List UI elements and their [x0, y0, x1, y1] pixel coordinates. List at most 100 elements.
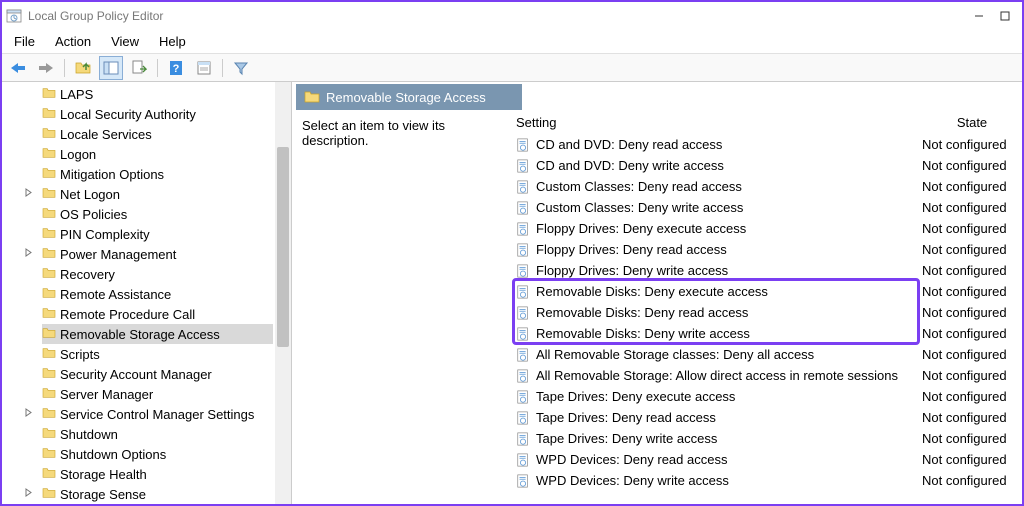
svg-text:?: ? [173, 63, 180, 75]
setting-row[interactable]: Floppy Drives: Deny execute accessNot co… [512, 218, 1022, 239]
settings-list: CD and DVD: Deny read accessNot configur… [512, 134, 1022, 491]
setting-row[interactable]: CD and DVD: Deny write accessNot configu… [512, 155, 1022, 176]
show-hide-tree-button[interactable] [99, 56, 123, 80]
folder-icon [42, 167, 56, 182]
tree-node[interactable]: Recovery [42, 264, 273, 284]
tree-node-label: Recovery [60, 267, 115, 282]
tree-node-label: Storage Health [60, 467, 147, 482]
setting-state: Not configured [922, 179, 1022, 194]
folder-icon [42, 487, 56, 502]
tree-node-label: Storage Sense [60, 487, 146, 502]
setting-row[interactable]: Removable Disks: Deny read accessNot con… [512, 302, 1022, 323]
setting-state: Not configured [922, 368, 1022, 383]
expander-icon[interactable] [24, 188, 36, 200]
setting-row[interactable]: Tape Drives: Deny execute accessNot conf… [512, 386, 1022, 407]
tree-node-label: Mitigation Options [60, 167, 164, 182]
setting-row[interactable]: Removable Disks: Deny execute accessNot … [512, 281, 1022, 302]
tree-node[interactable]: Remote Assistance [42, 284, 273, 304]
column-header-state[interactable]: State [922, 115, 1022, 130]
setting-label: Tape Drives: Deny execute access [536, 389, 922, 404]
folder-icon [42, 387, 56, 402]
setting-state: Not configured [922, 221, 1022, 236]
tree-node-label: LAPS [60, 87, 93, 102]
setting-row[interactable]: WPD Devices: Deny write accessNot config… [512, 470, 1022, 491]
tree-node[interactable]: Server Manager [42, 384, 273, 404]
tree-node[interactable]: Service Control Manager Settings [42, 404, 273, 424]
tree-node[interactable]: Locale Services [42, 124, 273, 144]
setting-row[interactable]: Tape Drives: Deny write accessNot config… [512, 428, 1022, 449]
tree-node[interactable]: Local Security Authority [42, 104, 273, 124]
tree-node[interactable]: Removable Storage Access [42, 324, 273, 344]
help-button[interactable]: ? [164, 56, 188, 80]
expander-icon[interactable] [24, 408, 36, 420]
tree-node-label: Server Manager [60, 387, 153, 402]
tree-node[interactable]: Scripts [42, 344, 273, 364]
tree-node-label: Shutdown [60, 427, 118, 442]
folder-icon [42, 367, 56, 382]
setting-row[interactable]: Floppy Drives: Deny read accessNot confi… [512, 239, 1022, 260]
setting-row[interactable]: All Removable Storage: Allow direct acce… [512, 365, 1022, 386]
setting-row[interactable]: Custom Classes: Deny write accessNot con… [512, 197, 1022, 218]
properties-button[interactable] [192, 56, 216, 80]
tree-node[interactable]: Shutdown Options [42, 444, 273, 464]
folder-icon [42, 447, 56, 462]
tree-scrollbar-thumb[interactable] [277, 147, 289, 347]
tree-node-label: Local Security Authority [60, 107, 196, 122]
column-header-setting[interactable]: Setting [516, 115, 922, 130]
setting-label: WPD Devices: Deny write access [536, 473, 922, 488]
policy-icon [516, 327, 532, 341]
setting-label: Custom Classes: Deny read access [536, 179, 922, 194]
grid-header: Setting State [512, 110, 1022, 134]
tree-node[interactable]: Shutdown [42, 424, 273, 444]
setting-row[interactable]: CD and DVD: Deny read accessNot configur… [512, 134, 1022, 155]
folder-icon [42, 127, 56, 142]
tree-node[interactable]: Remote Procedure Call [42, 304, 273, 324]
setting-row[interactable]: All Removable Storage classes: Deny all … [512, 344, 1022, 365]
tree-node-label: Locale Services [60, 127, 152, 142]
tree-node-label: Remote Assistance [60, 287, 171, 302]
tree-node[interactable]: PIN Complexity [42, 224, 273, 244]
setting-row[interactable]: Removable Disks: Deny write accessNot co… [512, 323, 1022, 344]
setting-state: Not configured [922, 473, 1022, 488]
tree-node[interactable]: Mitigation Options [42, 164, 273, 184]
setting-row[interactable]: WPD Devices: Deny read accessNot configu… [512, 449, 1022, 470]
filter-button[interactable] [229, 56, 253, 80]
policy-icon [516, 159, 532, 173]
tree-node[interactable]: Security Account Manager [42, 364, 273, 384]
tree-node[interactable]: Storage Sense [42, 484, 273, 504]
title-bar: Local Group Policy Editor [2, 2, 1022, 30]
tree-node[interactable]: Storage Health [42, 464, 273, 484]
up-button[interactable] [71, 56, 95, 80]
setting-state: Not configured [922, 389, 1022, 404]
tree-node[interactable]: Net Logon [42, 184, 273, 204]
export-list-button[interactable] [127, 56, 151, 80]
back-button[interactable] [6, 56, 30, 80]
menu-item-action[interactable]: Action [45, 32, 101, 51]
expander-icon[interactable] [24, 488, 36, 500]
policy-icon [516, 411, 532, 425]
menu-item-file[interactable]: File [4, 32, 45, 51]
menu-item-help[interactable]: Help [149, 32, 196, 51]
maximize-button[interactable] [992, 5, 1018, 27]
minimize-button[interactable] [966, 5, 992, 27]
tree-scrollbar[interactable] [275, 82, 291, 504]
folder-icon [42, 327, 56, 342]
folder-icon [42, 287, 56, 302]
policy-icon [516, 222, 532, 236]
policy-icon [516, 390, 532, 404]
setting-row[interactable]: Floppy Drives: Deny write accessNot conf… [512, 260, 1022, 281]
tree-node-label: Remote Procedure Call [60, 307, 195, 322]
policy-icon [516, 180, 532, 194]
menu-item-view[interactable]: View [101, 32, 149, 51]
setting-row[interactable]: Custom Classes: Deny read accessNot conf… [512, 176, 1022, 197]
setting-label: All Removable Storage: Allow direct acce… [536, 368, 922, 383]
tree-node[interactable]: LAPS [42, 84, 273, 104]
policy-icon [516, 306, 532, 320]
tree-node[interactable]: Logon [42, 144, 273, 164]
expander-icon[interactable] [24, 248, 36, 260]
setting-row[interactable]: Tape Drives: Deny read accessNot configu… [512, 407, 1022, 428]
forward-button[interactable] [34, 56, 58, 80]
tree-node[interactable]: OS Policies [42, 204, 273, 224]
tree-node[interactable]: Power Management [42, 244, 273, 264]
tree-node-label: OS Policies [60, 207, 127, 222]
